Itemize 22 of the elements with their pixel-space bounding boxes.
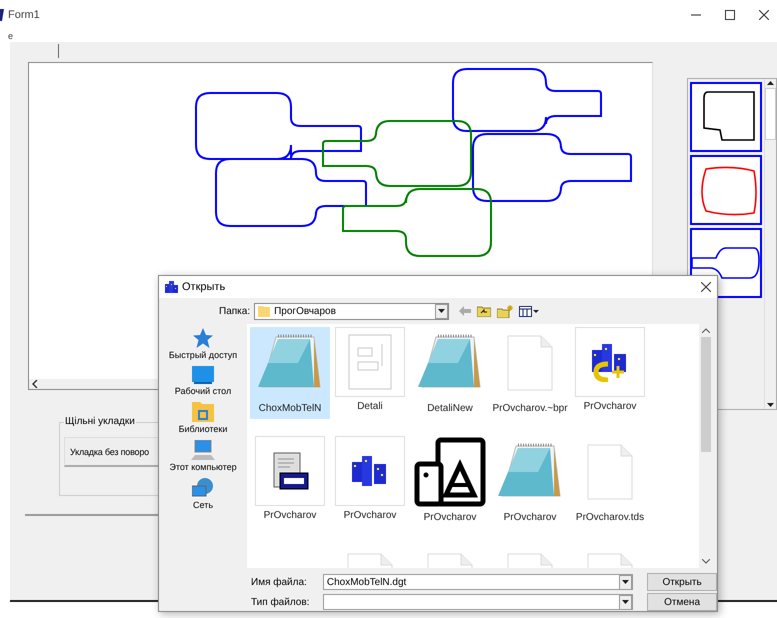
- menu-item[interactable]: е: [8, 31, 14, 41]
- folder-combobox[interactable]: ПрогОвчаров: [254, 302, 450, 320]
- place-item[interactable]: Сеть: [192, 478, 214, 510]
- place-item[interactable]: Этот компьютер: [169, 440, 237, 472]
- file-item[interactable]: ChoxMobTelN: [250, 327, 330, 419]
- folder-label: Папка:: [219, 306, 250, 316]
- file-item[interactable]: PrOvcharov.tds: [570, 436, 650, 528]
- place-item[interactable]: Библиотеки: [178, 402, 228, 434]
- place-item[interactable]: Рабочий стол: [174, 366, 232, 396]
- group-title: Щільні укладки: [64, 416, 136, 427]
- file-item[interactable]: DetaliNew: [410, 327, 490, 419]
- file-name-combobox[interactable]: ChoxMobTelN.dgt: [322, 574, 634, 590]
- cancel-button[interactable]: Отмена: [647, 593, 717, 611]
- file-name-label: Имя файла:: [251, 576, 308, 588]
- dialog-title: Открыть: [182, 281, 226, 293]
- file-type-label: Тип файлов:: [251, 596, 310, 608]
- open-button[interactable]: Открыть: [647, 573, 717, 591]
- file-item[interactable]: PrOvcharov: [410, 436, 490, 528]
- file-item[interactable]: PrOvcharov.~bpr: [490, 327, 570, 419]
- window-title: Form1: [8, 9, 40, 21]
- file-item[interactable]: PrOvcharov: [490, 436, 570, 528]
- place-item[interactable]: Быстрый доступ: [168, 328, 238, 360]
